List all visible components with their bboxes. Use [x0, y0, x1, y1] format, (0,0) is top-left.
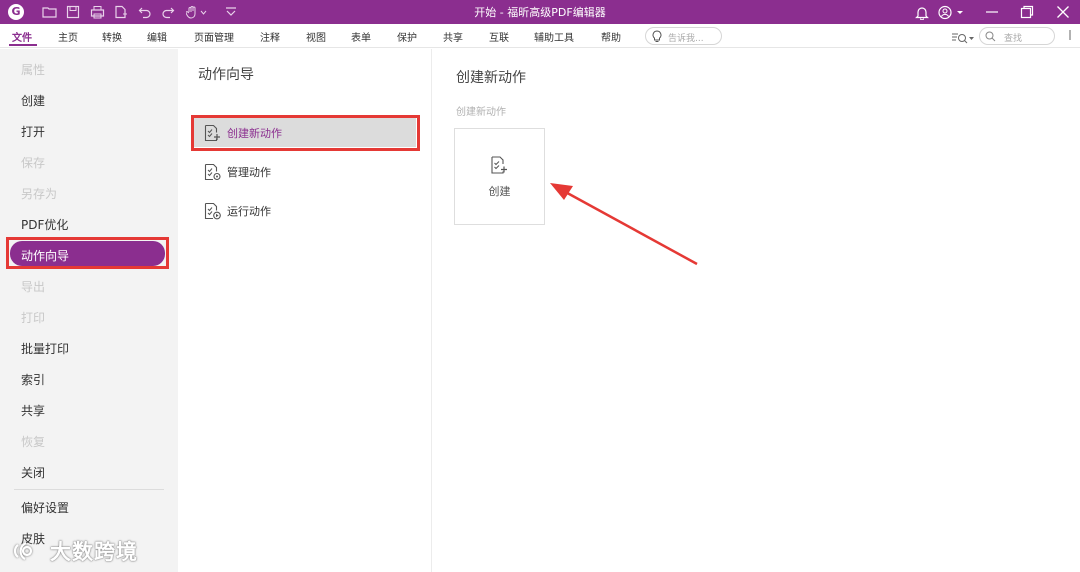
- annotation-arrow: [550, 183, 698, 266]
- manage-actions-item[interactable]: 管理动作: [203, 162, 271, 182]
- run-action-label: 运行动作: [227, 205, 271, 218]
- open-file-icon[interactable]: [42, 3, 58, 21]
- panel-title: 动作向导: [198, 67, 254, 83]
- search-input[interactable]: 查找: [979, 27, 1055, 45]
- active-tab-indicator: [9, 44, 37, 46]
- ribbon-tabs: 文件 主页 转换 编辑 页面管理 注释 视图 表单 保护 共享 互联 辅助工具 …: [0, 24, 1080, 48]
- undo-icon[interactable]: [138, 3, 152, 21]
- tab-home[interactable]: 主页: [58, 29, 78, 44]
- tab-view[interactable]: 视图: [306, 29, 326, 44]
- tab-connect[interactable]: 互联: [489, 29, 509, 44]
- run-action-icon: [204, 202, 221, 220]
- tab-edit[interactable]: 编辑: [147, 29, 167, 44]
- tab-file[interactable]: 文件: [12, 29, 32, 44]
- sidebar-item-export[interactable]: 导出: [21, 278, 45, 295]
- create-new-action-label: 创建新动作: [227, 127, 282, 140]
- redo-icon[interactable]: [161, 3, 175, 21]
- search-placeholder: 查找: [1004, 34, 1023, 44]
- minimize-button[interactable]: [981, 2, 1003, 22]
- sidebar-item-share[interactable]: 共享: [21, 402, 45, 419]
- run-action-item[interactable]: 运行动作: [203, 201, 271, 221]
- customize-quick-access-icon[interactable]: [224, 3, 238, 21]
- create-action-icon: [491, 156, 507, 174]
- manage-actions-label: 管理动作: [227, 166, 271, 179]
- watermark-text: 大数跨境: [50, 540, 138, 564]
- restore-button[interactable]: [1016, 2, 1038, 22]
- tab-accessibility[interactable]: 辅助工具: [534, 29, 574, 44]
- sidebar-item-save[interactable]: 保存: [21, 154, 45, 171]
- watermark-logo-icon: [13, 541, 33, 560]
- app-logo-icon[interactable]: G: [8, 4, 24, 20]
- sidebar-item-index[interactable]: 索引: [21, 371, 45, 388]
- create-action-card[interactable]: 创建: [454, 128, 545, 225]
- manage-actions-icon: [204, 163, 221, 181]
- hand-tool-icon[interactable]: [186, 3, 208, 21]
- tab-share[interactable]: 共享: [443, 29, 463, 44]
- sidebar-item-close[interactable]: 关闭: [21, 464, 45, 481]
- sidebar-item-batch-print[interactable]: 批量打印: [21, 340, 69, 357]
- content-subtitle: 创建新动作: [456, 107, 506, 118]
- highlight-box: [6, 237, 169, 269]
- tab-page-management[interactable]: 页面管理: [194, 29, 234, 44]
- tab-form[interactable]: 表单: [351, 29, 371, 44]
- account-menu-icon[interactable]: [936, 2, 966, 22]
- sidebar-item-create[interactable]: 创建: [21, 92, 45, 109]
- tab-comment[interactable]: 注释: [260, 29, 280, 44]
- notification-bell-icon[interactable]: [911, 2, 933, 22]
- create-card-label: 创建: [488, 185, 511, 198]
- tab-help[interactable]: 帮助: [601, 29, 621, 44]
- create-action-icon: [204, 124, 220, 142]
- tab-convert[interactable]: 转换: [102, 29, 122, 44]
- watermark: 大数跨境: [12, 536, 138, 566]
- sidebar-item-preferences[interactable]: 偏好设置: [21, 499, 69, 516]
- lightbulb-icon: [652, 30, 662, 42]
- search-icon: [985, 31, 996, 42]
- sidebar-item-properties[interactable]: 属性: [21, 61, 45, 78]
- close-button[interactable]: [1052, 2, 1074, 22]
- tell-me-placeholder: 告诉我...: [668, 34, 704, 44]
- create-new-action-item[interactable]: 创建新动作: [203, 123, 282, 143]
- collapse-ribbon-icon[interactable]: [1066, 30, 1074, 43]
- title-bar: G 开始 - 福昕高级PDF编辑器: [0, 0, 1080, 24]
- sidebar-item-print[interactable]: 打印: [21, 309, 45, 326]
- content-title: 创建新动作: [456, 70, 526, 86]
- sidebar-divider: [14, 489, 164, 490]
- sidebar-item-save-as[interactable]: 另存为: [21, 185, 57, 202]
- sidebar-item-open[interactable]: 打开: [21, 123, 45, 140]
- print-icon[interactable]: [90, 3, 105, 21]
- sidebar-item-pdf-optimize[interactable]: PDF优化: [21, 216, 68, 233]
- tell-me-input[interactable]: 告诉我...: [645, 27, 722, 45]
- new-document-icon[interactable]: [114, 3, 128, 21]
- find-options-icon[interactable]: [951, 29, 975, 48]
- sidebar-item-restore[interactable]: 恢复: [21, 433, 45, 450]
- save-icon[interactable]: [66, 3, 80, 21]
- tab-protect[interactable]: 保护: [397, 29, 417, 44]
